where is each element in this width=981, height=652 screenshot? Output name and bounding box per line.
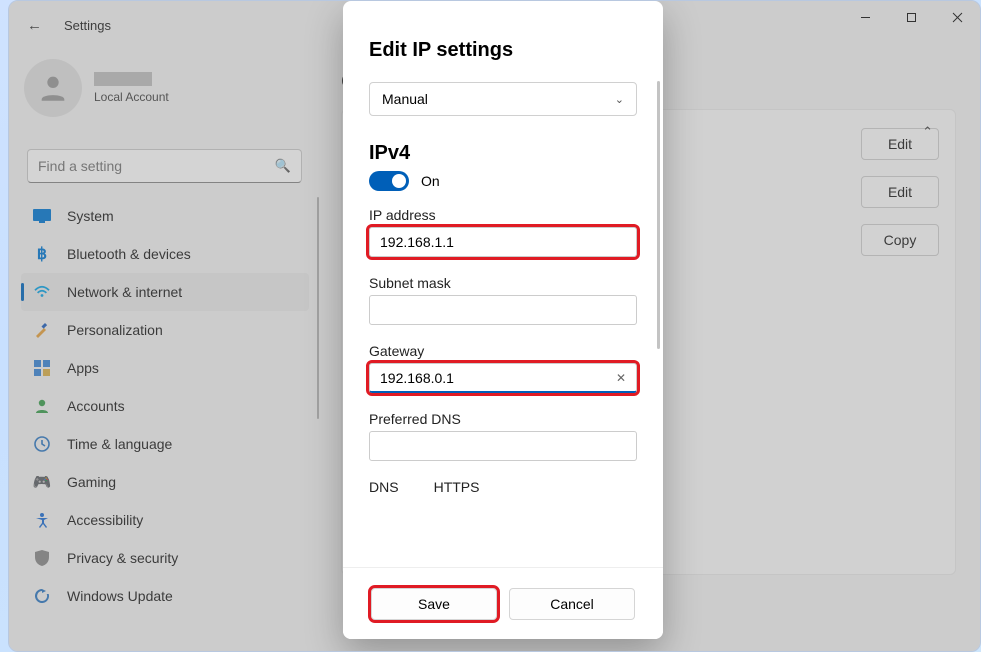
settings-window: ← Settings Local Account 🔍 System฿Blueto… [8, 0, 981, 652]
subnet-mask-input[interactable] [380, 302, 626, 318]
edit-ip-dialog: Edit IP settings Manual ⌄ IPv4 On IP add… [343, 1, 663, 639]
ip-mode-value: Manual [382, 91, 428, 107]
gateway-label: Gateway [369, 343, 637, 359]
chevron-down-icon: ⌄ [615, 93, 624, 106]
preferred-dns-input[interactable] [380, 438, 626, 454]
ip-mode-select[interactable]: Manual ⌄ [369, 82, 637, 116]
dialog-scrollbar[interactable] [657, 81, 660, 349]
ip-address-label: IP address [369, 207, 637, 223]
ipv4-toggle[interactable] [369, 171, 409, 191]
gateway-input[interactable] [380, 370, 616, 386]
ip-address-input[interactable] [380, 234, 626, 250]
dialog-title: Edit IP settings [369, 39, 637, 62]
subnet-mask-label: Subnet mask [369, 275, 637, 291]
ipv4-toggle-label: On [421, 173, 440, 189]
ip-address-field[interactable] [369, 227, 637, 257]
clear-icon[interactable]: ✕ [616, 371, 626, 385]
gateway-field[interactable]: ✕ [369, 363, 637, 393]
subnet-mask-field[interactable] [369, 295, 637, 325]
save-button[interactable]: Save [371, 588, 497, 620]
preferred-dns-label: Preferred DNS [369, 411, 637, 427]
dialog-footer: Save Cancel [343, 567, 663, 639]
dns-over-https-label: DNS over HTTPS [369, 479, 637, 495]
ipv4-heading: IPv4 [369, 142, 637, 165]
cancel-button[interactable]: Cancel [509, 588, 635, 620]
preferred-dns-field[interactable] [369, 431, 637, 461]
